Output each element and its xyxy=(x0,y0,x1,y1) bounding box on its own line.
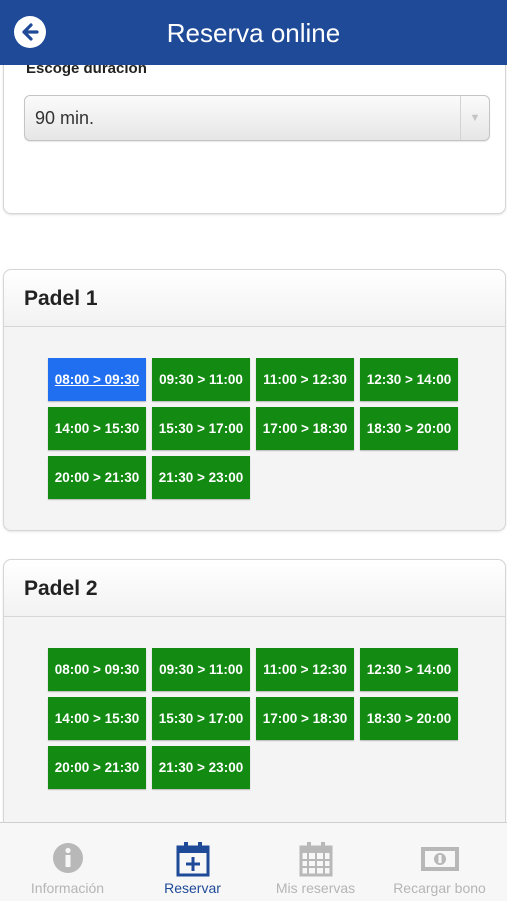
tab-informacion[interactable]: Información xyxy=(4,823,131,901)
chevron-down-icon: ▼ xyxy=(460,96,489,140)
duration-card: Escoge duración 90 min. ▼ xyxy=(3,65,506,214)
time-slot-button[interactable]: 21:30 > 23:00 xyxy=(152,456,250,499)
tab-label: Recargar bono xyxy=(393,880,486,896)
time-slot-button[interactable]: 08:00 > 09:30 xyxy=(48,648,146,691)
time-slot-button[interactable]: 18:30 > 20:00 xyxy=(360,407,458,450)
time-slot-button[interactable]: 12:30 > 14:00 xyxy=(360,648,458,691)
time-slot-button[interactable]: 17:00 > 18:30 xyxy=(256,407,354,450)
time-slot-button[interactable]: 08:00 > 09:30 xyxy=(48,358,146,401)
time-slot-button[interactable]: 21:30 > 23:00 xyxy=(152,746,250,789)
time-slot-button[interactable]: 20:00 > 21:30 xyxy=(48,456,146,499)
header-bar: Reserva online xyxy=(0,0,507,65)
time-slot-button[interactable]: 11:00 > 12:30 xyxy=(256,648,354,691)
tab-label: Reservar xyxy=(164,880,221,896)
duration-select-value: 90 min. xyxy=(35,108,95,128)
court-header: Padel 1 xyxy=(4,270,505,327)
tab-bar: Información Reservar Mis reservas Recarg… xyxy=(0,822,507,901)
tab-label: Mis reservas xyxy=(275,880,356,896)
main-content[interactable]: Escoge duración 90 min. ▼ Padel 1 08:00 … xyxy=(0,65,507,822)
court-header: Padel 2 xyxy=(4,560,505,617)
duration-select[interactable]: 90 min. ▼ xyxy=(24,95,490,141)
tab-mis-reservas[interactable]: Mis reservas xyxy=(252,823,379,901)
time-slot-button[interactable]: 14:00 > 15:30 xyxy=(48,407,146,450)
time-slot-button[interactable]: 17:00 > 18:30 xyxy=(256,697,354,740)
time-slot-button[interactable]: 11:00 > 12:30 xyxy=(256,358,354,401)
court-title: Padel 1 xyxy=(24,287,98,310)
calendar-grid-icon xyxy=(299,842,332,877)
court-title: Padel 2 xyxy=(24,577,98,600)
time-slot-button[interactable]: 18:30 > 20:00 xyxy=(360,697,458,740)
tab-label: Información xyxy=(30,880,105,896)
tab-recargar-bono[interactable]: Recargar bono xyxy=(376,823,503,901)
time-slot-button[interactable]: 09:30 > 11:00 xyxy=(152,358,250,401)
court-card-padel-1: Padel 1 08:00 > 09:30 09:30 > 11:00 11:00 … xyxy=(3,269,506,531)
court-card-padel-2: Padel 2 08:00 > 09:30 09:30 > 11:00 11:00 … xyxy=(3,559,506,822)
calendar-add-icon xyxy=(176,842,209,877)
time-slot-button[interactable]: 09:30 > 11:00 xyxy=(152,648,250,691)
time-slot-button[interactable]: 14:00 > 15:30 xyxy=(48,697,146,740)
banknote-icon xyxy=(420,847,459,871)
duration-label: Escoge duración xyxy=(26,65,147,77)
time-slot-button[interactable]: 20:00 > 21:30 xyxy=(48,746,146,789)
time-slot-button[interactable]: 15:30 > 17:00 xyxy=(152,407,250,450)
info-icon xyxy=(52,843,83,873)
time-slot-button[interactable]: 15:30 > 17:00 xyxy=(152,697,250,740)
page-title: Reserva online xyxy=(166,18,341,48)
time-slot-button[interactable]: 12:30 > 14:00 xyxy=(360,358,458,401)
tab-reservar[interactable]: Reservar xyxy=(129,823,256,901)
